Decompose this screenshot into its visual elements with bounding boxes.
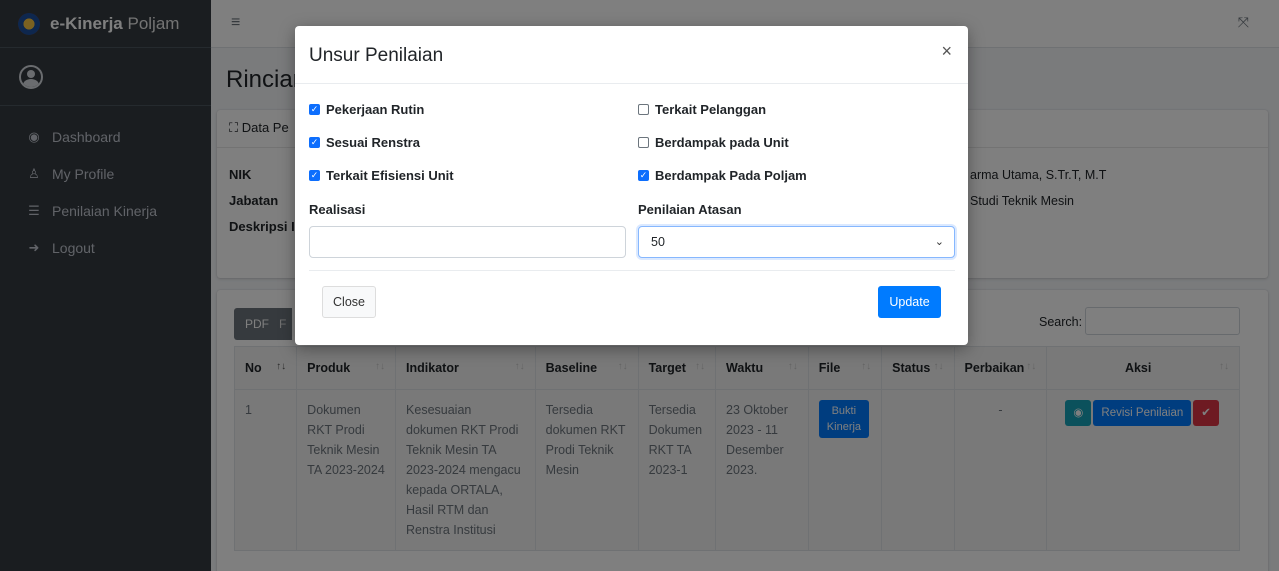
- checkbox-pekerjaan-rutin[interactable]: ✓ Pekerjaan Rutin: [309, 102, 424, 117]
- checkbox-berdampak-pada-poljam[interactable]: ✓ Berdampak Pada Poljam: [638, 168, 807, 183]
- checkbox-checked-icon[interactable]: ✓: [309, 104, 320, 115]
- checkbox-checked-icon[interactable]: ✓: [309, 137, 320, 148]
- modal-header: Unsur Penilaian ×: [295, 26, 968, 84]
- unsur-penilaian-modal: Unsur Penilaian × ✓ Pekerjaan Rutin Terk…: [295, 26, 968, 345]
- checkbox-unchecked-icon[interactable]: [638, 104, 649, 115]
- modal-title: Unsur Penilaian: [309, 45, 444, 66]
- checkbox-checked-icon[interactable]: ✓: [309, 170, 320, 181]
- chevron-down-icon: ⌄: [934, 236, 944, 248]
- realisasi-input[interactable]: [309, 226, 626, 258]
- modal-footer-divider: [309, 270, 955, 271]
- select-value: 50: [651, 235, 665, 249]
- checkbox-unchecked-icon[interactable]: [638, 137, 649, 148]
- realisasi-label: Realisasi: [309, 202, 366, 217]
- close-button[interactable]: Close: [322, 286, 376, 318]
- close-icon[interactable]: ×: [941, 41, 952, 62]
- checkbox-sesuai-renstra[interactable]: ✓ Sesuai Renstra: [309, 135, 420, 150]
- penilaian-atasan-label: Penilaian Atasan: [638, 202, 742, 217]
- checkbox-checked-icon[interactable]: ✓: [638, 170, 649, 181]
- checkbox-terkait-pelanggan[interactable]: Terkait Pelanggan: [638, 102, 766, 117]
- update-button[interactable]: Update: [878, 286, 941, 318]
- penilaian-atasan-select[interactable]: 50 ⌄: [638, 226, 955, 258]
- checkbox-berdampak-pada-unit[interactable]: Berdampak pada Unit: [638, 135, 789, 150]
- checkbox-terkait-efisiensi-unit[interactable]: ✓ Terkait Efisiensi Unit: [309, 168, 454, 183]
